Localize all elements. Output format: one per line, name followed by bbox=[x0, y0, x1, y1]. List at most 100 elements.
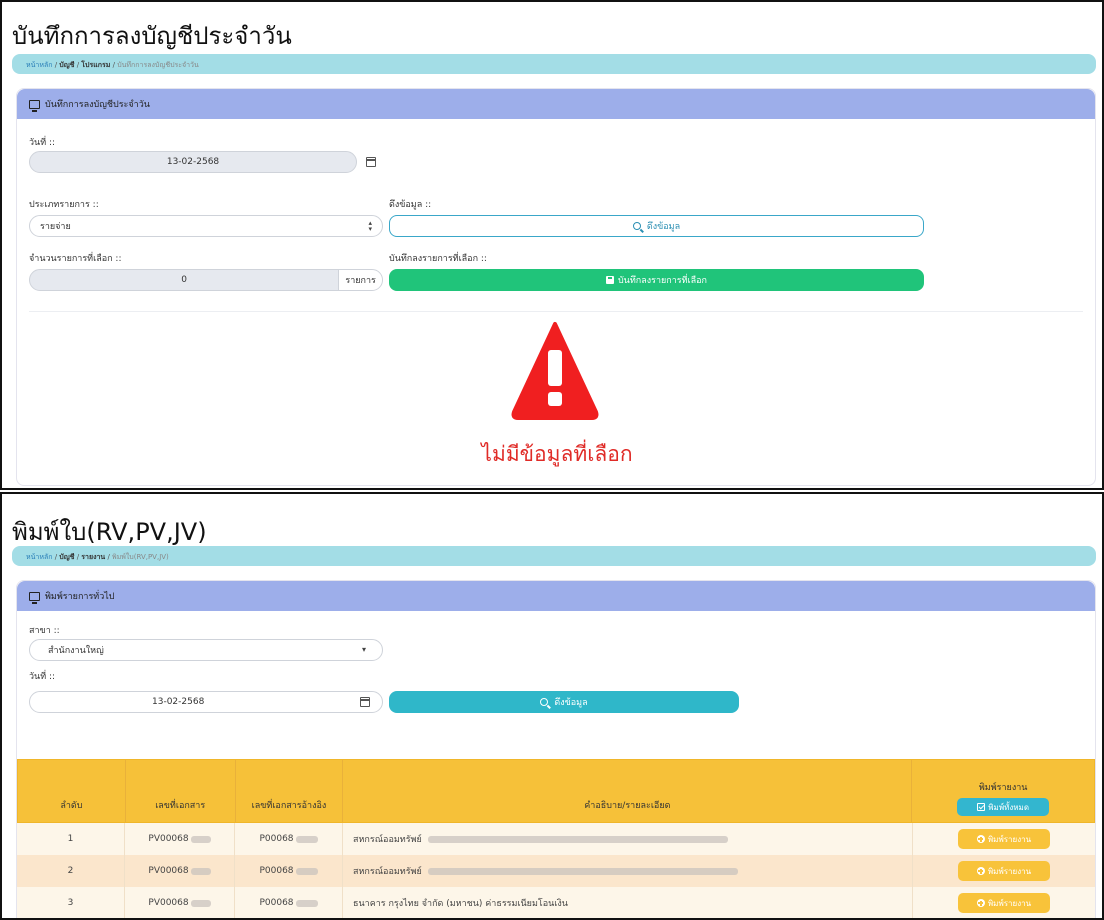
cell-desc: สหกรณ์ออมทรัพย์ bbox=[343, 823, 913, 855]
redacted-text bbox=[190, 899, 211, 907]
print-all-button[interactable]: พิมพ์ทั้งหมด bbox=[957, 798, 1050, 816]
cell-doc: PV00068 bbox=[125, 855, 235, 887]
redacted-text bbox=[190, 835, 211, 843]
branch-select-value: สำนักงานใหญ่ bbox=[48, 646, 104, 656]
breadcrumb-program[interactable]: โปรแกรม bbox=[81, 61, 110, 69]
cell-desc: สหกรณ์ออมทรัพย์ bbox=[343, 855, 913, 887]
description: สหกรณ์ออมทรัพย์ bbox=[353, 835, 422, 845]
breadcrumb-accounting[interactable]: บัญชี bbox=[59, 553, 74, 561]
date-value: 13-02-2568 bbox=[152, 697, 205, 707]
print-label: พิมพ์รายงาน bbox=[987, 866, 1032, 876]
print-report-button[interactable]: พิมพ์รายงาน bbox=[958, 861, 1050, 881]
type-label: ประเภทรายการ :: bbox=[29, 200, 99, 210]
redacted-text bbox=[427, 867, 738, 875]
count-field: 0 รายการ bbox=[29, 269, 383, 291]
save-selected-button[interactable]: บันทึกลงรายการที่เลือก bbox=[389, 269, 924, 291]
no-data-message: ไม่มีข้อมูลที่เลือก bbox=[481, 442, 633, 466]
monitor-icon bbox=[29, 591, 40, 604]
card-header: พิมพ์รายการทั่วไป bbox=[17, 581, 1095, 611]
search-icon bbox=[540, 698, 549, 706]
redacted-text bbox=[427, 835, 728, 843]
plus-circle-icon bbox=[976, 899, 985, 907]
fetch-button-label: ดึงข้อมูล bbox=[646, 222, 681, 232]
redacted-text bbox=[190, 867, 211, 875]
branch-label: สาขา :: bbox=[29, 626, 60, 636]
ledger-card: บันทึกการลงบัญชีประจำวัน วันที่ :: 13-02… bbox=[16, 88, 1096, 486]
warning-icon bbox=[510, 320, 600, 420]
fetch-button-label: ดึงข้อมูล bbox=[554, 698, 588, 708]
ref-number: P00068 bbox=[259, 866, 294, 876]
breadcrumb-current: บันทึกการลงบัญชีประจำวัน bbox=[117, 61, 199, 69]
print-report-button[interactable]: พิมพ์รายงาน bbox=[958, 893, 1050, 913]
date-value: 13-02-2568 bbox=[166, 157, 220, 167]
print-voucher-panel: พิมพ์ใบ(RV,PV,JV) หน้าหลัก / บัญชี / ราย… bbox=[0, 492, 1104, 920]
breadcrumb-current: พิมพ์ใบ(RV,PV,JV) bbox=[112, 553, 169, 561]
doc-number: PV00068 bbox=[148, 866, 189, 876]
description: สหกรณ์ออมทรัพย์ bbox=[353, 867, 422, 877]
card-title: บันทึกการลงบัญชีประจำวัน bbox=[45, 100, 150, 110]
breadcrumb-home[interactable]: หน้าหลัก bbox=[26, 61, 52, 69]
date-label: วันที่ :: bbox=[29, 672, 56, 682]
cell-print: พิมพ์รายงาน bbox=[913, 823, 1095, 855]
table-header: ลำดับ เลขที่เอกสาร เลขที่เอกสารอ้างอิง ค… bbox=[17, 759, 1095, 823]
col-header-doc: เลขที่เอกสาร bbox=[126, 760, 236, 822]
breadcrumb-report[interactable]: รายงาน bbox=[81, 553, 105, 561]
count-label: จำนวนรายการที่เลือก :: bbox=[29, 254, 122, 264]
cell-ref: P00068 bbox=[235, 823, 343, 855]
save-button-label: บันทึกลงรายการที่เลือก bbox=[617, 276, 708, 286]
col-header-desc: คำอธิบาย/รายละเอียด bbox=[343, 760, 913, 822]
doc-number: PV00068 bbox=[148, 898, 189, 908]
plus-circle-icon bbox=[976, 835, 985, 843]
breadcrumb: หน้าหลัก / บัญชี / โปรแกรม / บันทึกการลง… bbox=[12, 54, 1096, 74]
print-label: พิมพ์รายงาน bbox=[987, 834, 1032, 844]
fetch-label: ดึงข้อมูล :: bbox=[389, 200, 432, 210]
print-report-button[interactable]: พิมพ์รายงาน bbox=[958, 829, 1050, 849]
table-row: 1 PV00068 P00068 สหกรณ์ออมทรัพย์ พิมพ์รา… bbox=[17, 823, 1095, 855]
col-header-ref: เลขที่เอกสารอ้างอิง bbox=[236, 760, 344, 822]
cell-ref: P00068 bbox=[235, 887, 343, 918]
check-square-icon bbox=[977, 803, 986, 811]
redacted-text bbox=[295, 835, 318, 843]
cell-no: 2 bbox=[17, 855, 125, 887]
page-title: บันทึกการลงบัญชีประจำวัน bbox=[12, 22, 292, 50]
monitor-icon bbox=[29, 99, 40, 112]
ref-number: P00068 bbox=[259, 898, 294, 908]
print-report-heading: พิมพ์รายงาน bbox=[978, 783, 1028, 793]
cell-doc: PV00068 bbox=[125, 823, 235, 855]
date-field[interactable]: 13-02-2568 bbox=[29, 691, 383, 713]
breadcrumb-home[interactable]: หน้าหลัก bbox=[26, 553, 52, 561]
save-icon bbox=[605, 276, 614, 284]
cell-no: 3 bbox=[17, 887, 125, 918]
save-label: บันทึกลงรายการที่เลือก :: bbox=[389, 254, 487, 264]
redacted-text bbox=[295, 899, 318, 907]
print-card: พิมพ์รายการทั่วไป สาขา :: สำนักงานใหญ่ ▾… bbox=[16, 580, 1096, 918]
cell-print: พิมพ์รายงาน bbox=[913, 887, 1095, 918]
branch-select[interactable]: สำนักงานใหญ่ ▾ bbox=[29, 639, 383, 661]
cell-doc: PV00068 bbox=[125, 887, 235, 918]
card-title: พิมพ์รายการทั่วไป bbox=[45, 592, 115, 602]
voucher-table: ลำดับ เลขที่เอกสาร เลขที่เอกสารอ้างอิง ค… bbox=[17, 759, 1095, 918]
table-row: 3 PV00068 P00068 ธนาคาร กรุงไทย จำกัด (ม… bbox=[17, 887, 1095, 918]
date-label: วันที่ :: bbox=[29, 138, 56, 148]
type-select-value: รายจ่าย bbox=[40, 222, 71, 232]
date-field[interactable]: 13-02-2568 bbox=[29, 151, 357, 173]
daily-ledger-panel: บันทึกการลงบัญชีประจำวัน หน้าหลัก / บัญช… bbox=[0, 0, 1104, 490]
calendar-icon[interactable] bbox=[360, 697, 370, 707]
print-label: พิมพ์รายงาน bbox=[987, 898, 1032, 908]
redacted-text bbox=[295, 867, 318, 875]
fetch-data-button[interactable]: ดึงข้อมูล bbox=[389, 215, 924, 237]
chevron-down-icon: ▾ bbox=[361, 645, 366, 654]
fetch-data-button[interactable]: ดึงข้อมูล bbox=[389, 691, 739, 713]
plus-circle-icon bbox=[976, 867, 985, 875]
col-header-print: พิมพ์รายงาน พิมพ์ทั้งหมด bbox=[912, 760, 1094, 822]
select-arrows-icon: ▴ ▾ bbox=[368, 219, 372, 233]
cell-print: พิมพ์รายงาน bbox=[913, 855, 1095, 887]
table-row: 2 PV00068 P00068 สหกรณ์ออมทรัพย์ พิมพ์รา… bbox=[17, 855, 1095, 887]
cell-desc: ธนาคาร กรุงไทย จำกัด (มหาชน) ค่าธรรมเนีย… bbox=[343, 887, 913, 918]
print-all-label: พิมพ์ทั้งหมด bbox=[988, 802, 1030, 812]
count-unit: รายการ bbox=[338, 270, 382, 290]
card-header: บันทึกการลงบัญชีประจำวัน bbox=[17, 89, 1095, 119]
calendar-button[interactable] bbox=[359, 151, 383, 173]
breadcrumb-accounting[interactable]: บัญชี bbox=[59, 61, 74, 69]
type-select[interactable]: รายจ่าย ▴ ▾ bbox=[29, 215, 383, 237]
